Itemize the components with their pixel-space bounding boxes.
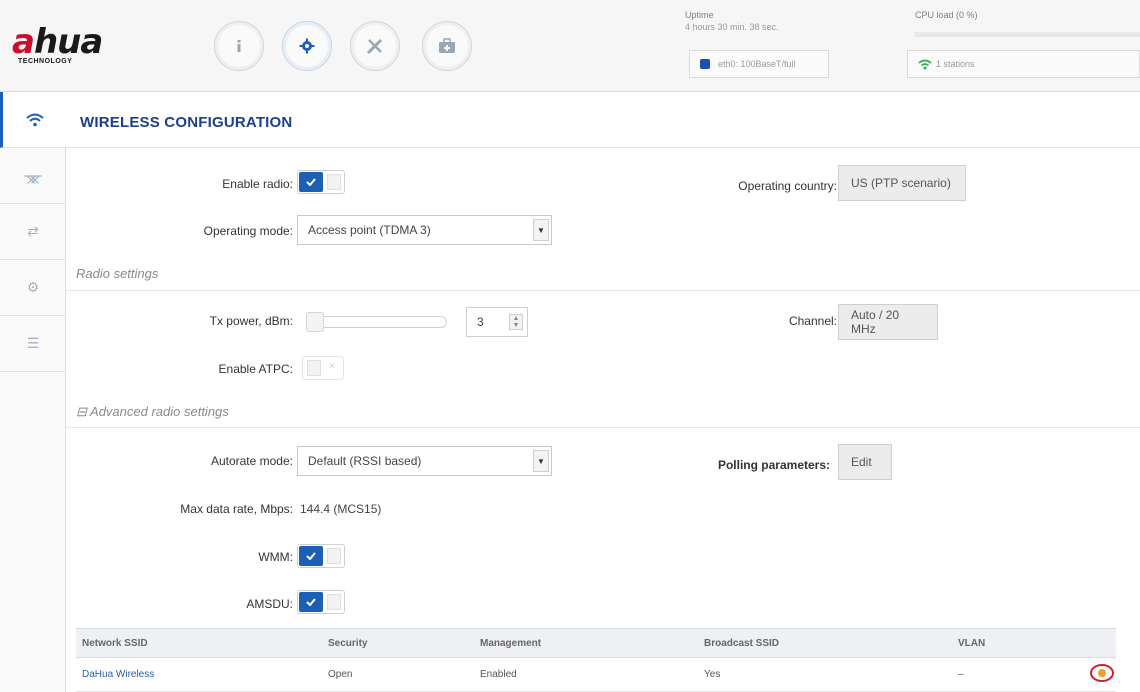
tools-button[interactable] <box>350 21 400 71</box>
wifi-signal-icon <box>918 59 932 69</box>
operating-mode-value: Access point (TDMA 3) <box>308 223 431 237</box>
info-icon <box>237 40 241 52</box>
logo-text: hua <box>33 22 103 62</box>
section-divider <box>66 290 1140 291</box>
tx-power-label: Tx power, dBm: <box>209 314 293 328</box>
autorate-mode-value: Default (RSSI based) <box>308 454 422 468</box>
tx-power-slider-handle[interactable] <box>306 312 324 332</box>
enable-radio-label: Enable radio: <box>222 177 293 191</box>
tx-power-slider[interactable] <box>307 316 447 328</box>
ethernet-icon <box>700 59 710 69</box>
column-header[interactable]: Security <box>328 629 367 657</box>
operating-country-button[interactable]: US (PTP scenario) <box>838 165 966 201</box>
arrows-icon: ⇄ <box>27 223 39 239</box>
amsdu-label: AMSDU: <box>246 597 293 611</box>
enable-atpc-toggle[interactable]: × <box>302 356 344 380</box>
ethernet-status-text: eth0: 100BaseT/full <box>718 59 796 69</box>
uptime-block: Uptime 4 hours 30 min. 38 sec. <box>685 10 779 32</box>
enable-radio-toggle[interactable] <box>297 170 345 194</box>
sidebar-item-advanced[interactable]: ☰ <box>0 316 66 372</box>
logo-subtitle: TECHNOLOGY <box>18 58 73 65</box>
column-header[interactable]: Network SSID <box>82 629 148 657</box>
dahua-logo: ahua TECHNOLOGY <box>12 22 162 72</box>
channel-button[interactable]: Auto / 20 MHz <box>838 304 938 340</box>
row-edit-icon[interactable] <box>1090 664 1114 682</box>
tools-icon <box>366 38 383 55</box>
operating-country-label: Operating country: <box>738 179 837 193</box>
max-data-rate-value: 144.4 (MCS15) <box>300 502 382 516</box>
wmm-toggle[interactable] <box>297 544 345 568</box>
spinner-arrows-icon[interactable]: ▲ ▼ <box>509 314 523 330</box>
info-button[interactable] <box>214 21 264 71</box>
stations-status: 1 stations <box>907 50 1140 78</box>
toolbox-button[interactable] <box>422 21 472 71</box>
toolbox-icon <box>439 38 455 53</box>
x-icon: × <box>329 361 335 372</box>
page-title: WIRELESS CONFIGURATION <box>80 114 293 131</box>
table-cell: – <box>958 669 964 680</box>
sidebar-item-services[interactable]: ⚙ <box>0 260 66 316</box>
chevron-down-icon: ▼ <box>533 219 549 241</box>
stations-status-text: 1 stations <box>936 59 975 69</box>
sidebar-item-wireless[interactable] <box>0 92 66 148</box>
cpu-block: CPU load (0 %) <box>915 10 978 20</box>
main-content: WIRELESS CONFIGURATION Enable radio: Ope… <box>66 92 1140 692</box>
top-header: ahua TECHNOLOGY Uptime 4 hours 30 min. 3… <box>0 0 1140 92</box>
check-icon <box>299 592 323 612</box>
check-icon <box>299 172 323 192</box>
uptime-label: Uptime <box>685 10 714 20</box>
cpu-load-bar <box>915 32 1140 37</box>
ethernet-status: eth0: 100BaseT/full <box>689 50 829 78</box>
sidebar: ᚘ ⇄ ⚙ ☰ <box>0 92 66 692</box>
gears-icon: ⚙ <box>26 279 40 295</box>
settings-button[interactable] <box>282 21 332 71</box>
check-icon <box>299 546 323 566</box>
table-cell: Yes <box>704 669 721 680</box>
polling-parameters-label: Polling parameters: <box>717 458 830 472</box>
cpu-label: CPU load (0 %) <box>915 10 978 20</box>
section-divider <box>66 427 1140 428</box>
column-header[interactable]: Management <box>480 629 541 657</box>
radio-settings-heading: Radio settings <box>76 266 159 281</box>
advanced-radio-settings-toggle[interactable]: ⊟ Advanced radio settings <box>76 404 229 420</box>
gear-icon <box>299 38 315 54</box>
channel-label: Channel: <box>788 314 837 328</box>
autorate-mode-label: Autorate mode: <box>210 454 293 468</box>
wifi-icon <box>25 113 44 126</box>
ssid-table: Network SSID Security Management Broadca… <box>76 628 1116 692</box>
chevron-down-icon: ▼ <box>533 450 549 472</box>
polling-edit-button[interactable]: Edit <box>838 444 892 480</box>
sidebar-item-routing[interactable]: ⇄ <box>0 204 66 260</box>
table-row[interactable]: DaHua Wireless Open Enabled Yes – <box>76 658 1116 692</box>
status-panel: Uptime 4 hours 30 min. 38 sec. CPU load … <box>675 6 1140 86</box>
logo-accent-letter: a <box>12 22 35 62</box>
column-header[interactable]: VLAN <box>958 629 985 657</box>
table-cell: Enabled <box>480 669 517 680</box>
column-header[interactable]: Broadcast SSID <box>704 629 779 657</box>
title-divider <box>66 147 1140 148</box>
sidebar-item-network[interactable]: ᚘ <box>0 148 66 204</box>
amsdu-toggle[interactable] <box>297 590 345 614</box>
tx-power-input[interactable]: 3 ▲ ▼ <box>466 307 528 337</box>
operating-mode-select[interactable]: Access point (TDMA 3) ▼ <box>297 215 552 245</box>
autorate-mode-select[interactable]: Default (RSSI based) ▼ <box>297 446 552 476</box>
sliders-icon: ☰ <box>26 335 40 351</box>
max-data-rate-label: Max data rate, Mbps: <box>180 502 293 516</box>
table-header: Network SSID Security Management Broadca… <box>76 628 1116 658</box>
tx-power-value: 3 <box>477 315 484 329</box>
wmm-label: WMM: <box>258 550 293 564</box>
uptime-value: 4 hours 30 min. 38 sec. <box>685 22 779 32</box>
enable-atpc-label: Enable ATPC: <box>218 362 293 376</box>
ssid-link[interactable]: DaHua Wireless <box>82 658 154 691</box>
network-tree-icon: ᚘ <box>24 167 42 183</box>
table-cell: Open <box>328 669 353 680</box>
operating-mode-label: Operating mode: <box>203 224 293 238</box>
